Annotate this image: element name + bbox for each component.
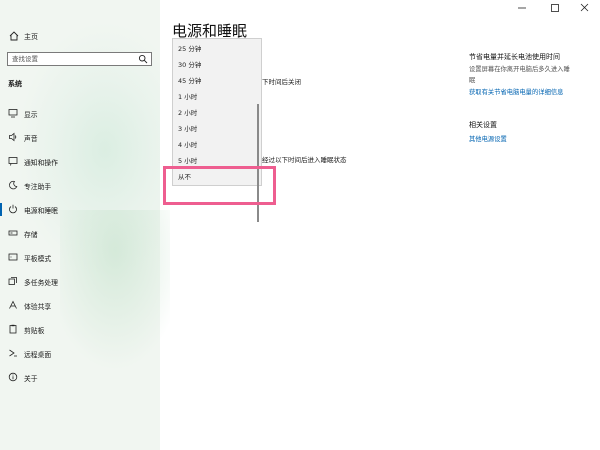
sidebar-item-label: 多任务处理: [24, 279, 58, 287]
sleep-timeout-label: 经过以下时间后进入睡眠状态: [262, 156, 347, 164]
dropdown-option-label: 45 分钟: [178, 77, 202, 85]
search-box[interactable]: [7, 52, 152, 66]
dropdown-option-label: 5 小时: [178, 157, 198, 165]
info-icon: [8, 372, 18, 382]
notification-icon: [8, 156, 18, 166]
clipboard-icon: [8, 324, 18, 334]
sidebar-item-label: 显示: [24, 111, 38, 119]
minimize-icon[interactable]: [510, 0, 534, 16]
speaker-icon: [8, 132, 18, 142]
related-settings-heading: 相关设置: [469, 121, 497, 129]
sidebar-item-tablet-mode[interactable]: 平板模式: [0, 246, 160, 270]
sidebar-item-label: 专注助手: [24, 183, 52, 191]
dropdown-option[interactable]: 4 小时: [173, 135, 261, 151]
dropdown-option-label: 3 小时: [178, 125, 198, 133]
dropdown-option[interactable]: 1 小时: [173, 87, 261, 103]
sidebar-item-sound[interactable]: 声音: [0, 126, 160, 150]
sidebar-item-notifications[interactable]: 通知和操作: [0, 150, 160, 174]
additional-power-settings-link[interactable]: 其他电源设置: [469, 134, 507, 143]
power-saving-info-link[interactable]: 获取有关节省电脑电量的详细信息: [469, 87, 563, 96]
sidebar-item-label: 声音: [24, 135, 38, 143]
dropdown-option[interactable]: 2 小时: [173, 103, 261, 119]
sidebar-nav: 显示 声音 通知和操作 专注助手 电源和睡眠 存储 平板模式 多任务处理 体验共…: [0, 102, 160, 390]
dropdown-option[interactable]: 30 分钟: [173, 55, 261, 71]
sidebar-item-remote-desktop[interactable]: 远程桌面: [0, 342, 160, 366]
sidebar-home-label: 主页: [24, 33, 38, 41]
sidebar-item-label: 平板模式: [24, 255, 52, 263]
dropdown-option[interactable]: 45 分钟: [173, 71, 261, 87]
sidebar-item-storage[interactable]: 存储: [0, 222, 160, 246]
highlight-box: [163, 166, 276, 205]
sidebar-item-multitasking[interactable]: 多任务处理: [0, 270, 160, 294]
dropdown-option-label: 4 小时: [178, 141, 198, 149]
sidebar-item-label: 关于: [24, 375, 38, 383]
sidebar-item-focus-assist[interactable]: 专注助手: [0, 174, 160, 198]
sidebar-item-label: 存储: [24, 231, 38, 239]
sidebar-item-label: 剪贴板: [24, 327, 45, 335]
dropdown-option[interactable]: 25 分钟: [173, 39, 261, 55]
remote-desktop-icon: [8, 348, 18, 358]
sidebar-item-shared-experiences[interactable]: 体验共享: [0, 294, 160, 318]
sidebar-item-label: 通知和操作: [24, 159, 58, 167]
tablet-icon: [8, 252, 18, 262]
maximize-icon[interactable]: [543, 0, 567, 16]
sidebar-item-clipboard[interactable]: 剪贴板: [0, 318, 160, 342]
monitor-icon: [8, 108, 18, 118]
right-panel-heading: 节省电量并延长电池使用时间: [469, 53, 560, 61]
sidebar-item-about[interactable]: 关于: [0, 366, 160, 390]
dropdown-option-label: 25 分钟: [178, 45, 202, 53]
active-indicator: [0, 203, 2, 216]
dropdown-option-label: 2 小时: [178, 109, 198, 117]
sidebar-item-label: 电源和睡眠: [24, 207, 58, 215]
dropdown-option-label: 1 小时: [178, 93, 198, 101]
power-icon: [8, 204, 18, 214]
moon-icon: [8, 180, 18, 190]
sidebar-home[interactable]: 主页: [0, 29, 160, 45]
screen-timeout-label: 下时间后关闭: [262, 78, 301, 86]
search-icon[interactable]: [138, 54, 148, 64]
right-panel-description-line1: 设置屏幕在你离开电脑后多久进入睡: [469, 66, 570, 73]
sleep-timeout-dropdown-list[interactable]: 25 分钟 30 分钟 45 分钟 1 小时 2 小时 3 小时 4 小时 5 …: [172, 38, 262, 222]
dropdown-option[interactable]: 5 小时: [173, 151, 261, 167]
search-input[interactable]: [12, 53, 132, 65]
dropdown-option[interactable]: 3 小时: [173, 119, 261, 135]
multitask-icon: [8, 276, 18, 286]
sidebar-item-display[interactable]: 显示: [0, 102, 160, 126]
sidebar-item-label: 体验共享: [24, 303, 52, 311]
storage-icon: [8, 228, 18, 238]
close-icon[interactable]: [573, 0, 597, 16]
right-panel-description-line2: 眠: [469, 77, 476, 84]
section-title: 系统: [8, 80, 22, 88]
sidebar-item-label: 远程桌面: [24, 351, 52, 359]
share-icon: [8, 300, 18, 310]
home-icon: [8, 30, 20, 42]
sidebar-item-power-sleep[interactable]: 电源和睡眠: [0, 198, 160, 222]
dropdown-option-label: 30 分钟: [178, 61, 202, 69]
